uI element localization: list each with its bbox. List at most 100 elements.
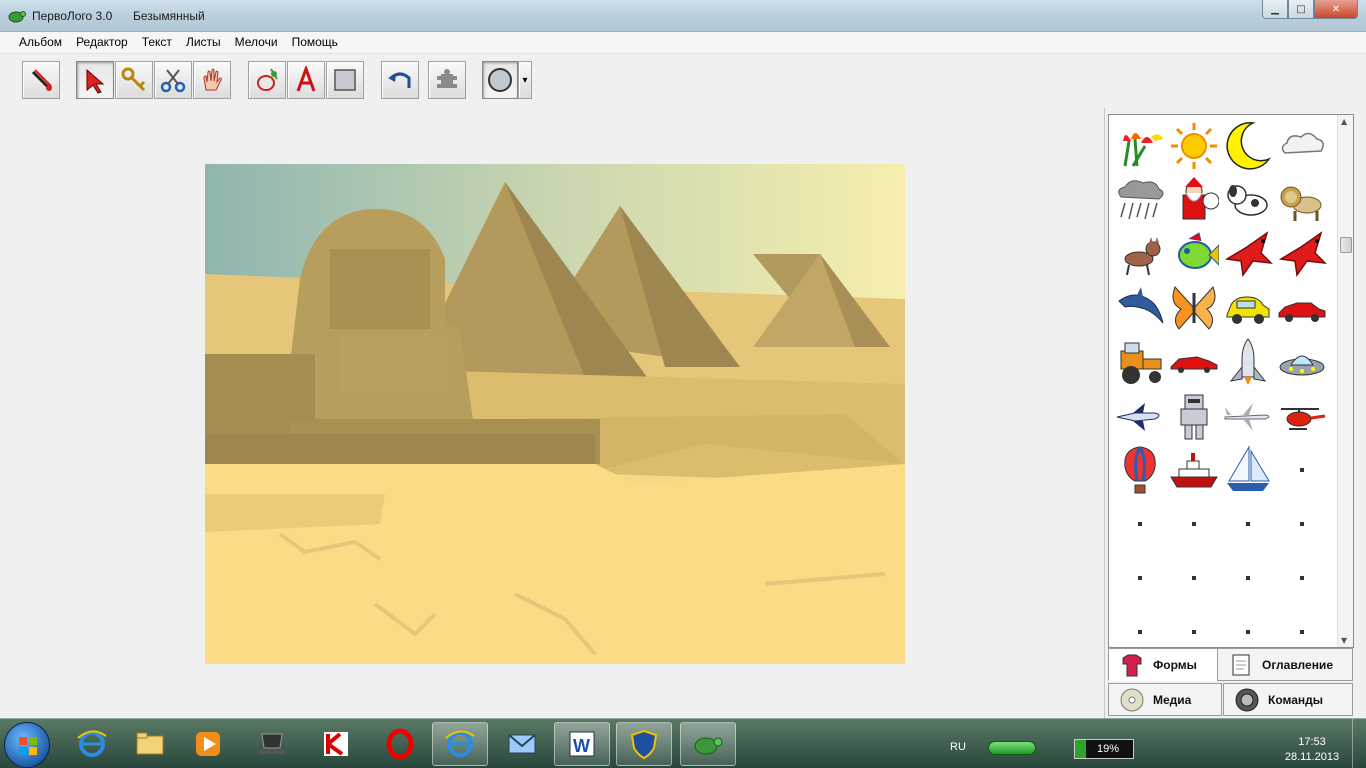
menu-misc[interactable]: Мелочи: [228, 32, 285, 53]
shape-helicopter[interactable]: [1275, 389, 1329, 443]
taskbar-security-button[interactable]: [616, 722, 672, 766]
empty-shape-slot[interactable]: [1275, 443, 1329, 497]
shape-red-car[interactable]: [1275, 281, 1329, 335]
new-turtle-icon: [257, 68, 278, 91]
text-tool-button[interactable]: [287, 61, 325, 99]
empty-shape-slot[interactable]: [1167, 497, 1221, 551]
shape-robot[interactable]: [1167, 389, 1221, 443]
shape-cloud[interactable]: [1275, 119, 1329, 173]
battery-status-indicator[interactable]: [988, 741, 1036, 755]
language-indicator[interactable]: RU: [950, 741, 966, 753]
empty-shape-slot[interactable]: [1113, 497, 1167, 551]
ufo-icon: [1279, 355, 1325, 376]
shape-space-shuttle[interactable]: [1221, 335, 1275, 389]
new-turtle-button[interactable]: [248, 61, 286, 99]
shape-ship[interactable]: [1167, 443, 1221, 497]
shape-rain-cloud[interactable]: [1113, 173, 1167, 227]
empty-shape-slot[interactable]: [1275, 551, 1329, 605]
empty-shape-slot[interactable]: [1275, 497, 1329, 551]
show-desktop-button[interactable]: [1352, 719, 1366, 768]
system-clock[interactable]: 17:53 28.11.2013: [1282, 735, 1342, 765]
shape-yellow-car[interactable]: [1221, 281, 1275, 335]
brush-icon: [31, 69, 52, 91]
taskbar-media-button[interactable]: [180, 722, 236, 766]
app-title: ПервоЛого 3.0: [32, 9, 113, 23]
empty-shape-slot[interactable]: [1167, 551, 1221, 605]
shape-moon[interactable]: [1221, 119, 1275, 173]
menu-sheets[interactable]: Листы: [179, 32, 228, 53]
undo-arrow-icon: [388, 72, 411, 88]
tab-contents[interactable]: Оглавление: [1217, 648, 1353, 681]
tab-shapes[interactable]: Формы: [1108, 648, 1218, 681]
taskbar-word-button[interactable]: W: [554, 722, 610, 766]
empty-shape-slot[interactable]: [1113, 605, 1167, 647]
shape-sailboat[interactable]: [1221, 443, 1275, 497]
hot-air-balloon-icon: [1124, 446, 1156, 494]
tab-media[interactable]: Медиа: [1108, 683, 1222, 716]
scroll-thumb[interactable]: [1340, 237, 1352, 253]
shield-icon: [630, 729, 658, 760]
battery-meter[interactable]: 19%: [1074, 739, 1134, 759]
menu-help[interactable]: Помощь: [285, 32, 345, 53]
scroll-down-icon[interactable]: ▼: [1341, 636, 1347, 645]
shape-butterfly[interactable]: [1167, 281, 1221, 335]
maximize-button[interactable]: □: [1288, 0, 1314, 19]
taskbar-mail-button[interactable]: [494, 722, 550, 766]
menu-editor[interactable]: Редактор: [69, 32, 135, 53]
shapes-scrollbar[interactable]: ▲ ▼: [1337, 115, 1353, 647]
taskbar-pervologo-button[interactable]: [680, 722, 736, 766]
stamp-button[interactable]: [428, 61, 466, 99]
rectangle-tool-button[interactable]: [326, 61, 364, 99]
menu-text[interactable]: Текст: [135, 32, 179, 53]
shape-red-bird[interactable]: [1221, 227, 1275, 281]
commands-disc-icon: [1235, 688, 1259, 711]
shape-ufo[interactable]: [1275, 335, 1329, 389]
shape-airplane[interactable]: [1221, 389, 1275, 443]
undo-button[interactable]: [381, 61, 419, 99]
shape-hot-air-balloon[interactable]: [1113, 443, 1167, 497]
clock-date: 28.11.2013: [1284, 751, 1340, 763]
empty-shape-slot[interactable]: [1113, 551, 1167, 605]
empty-shape-slot[interactable]: [1275, 605, 1329, 647]
shape-sports-car[interactable]: [1167, 335, 1221, 389]
shape-lion[interactable]: [1275, 173, 1329, 227]
taskbar-kaspersky-button[interactable]: [308, 722, 364, 766]
select-tool-button[interactable]: [76, 61, 114, 99]
hand-tool-button[interactable]: [193, 61, 231, 99]
window-controls: ▁ □ ✕: [1262, 0, 1358, 20]
empty-shape-slot[interactable]: [1221, 497, 1275, 551]
shape-cat[interactable]: [1113, 227, 1167, 281]
empty-shape-slot[interactable]: [1167, 605, 1221, 647]
shape-dog[interactable]: [1221, 173, 1275, 227]
sun-icon: [1171, 123, 1217, 169]
menu-album[interactable]: Альбом: [12, 32, 69, 53]
taskbar-laptop-button[interactable]: [244, 722, 300, 766]
scissors-tool-button[interactable]: [154, 61, 192, 99]
taskbar-ie-open-button[interactable]: [432, 722, 488, 766]
turtle-shape-button[interactable]: [482, 61, 518, 99]
shape-jet[interactable]: [1113, 389, 1167, 443]
shape-red-bird[interactable]: [1275, 227, 1329, 281]
key-tool-button[interactable]: [115, 61, 153, 99]
start-button[interactable]: [4, 722, 50, 768]
tab-commands[interactable]: Команды: [1223, 683, 1353, 716]
shape-dolphin[interactable]: [1113, 281, 1167, 335]
shape-tractor[interactable]: [1113, 335, 1167, 389]
empty-shape-slot[interactable]: [1221, 551, 1275, 605]
shape-dropdown-button[interactable]: ▾: [518, 61, 532, 99]
taskbar-explorer-button[interactable]: [122, 722, 178, 766]
letter-a-icon: [296, 66, 316, 92]
close-button[interactable]: ✕: [1314, 0, 1358, 19]
scroll-up-icon[interactable]: ▲: [1341, 117, 1347, 126]
taskbar-opera-button[interactable]: [372, 722, 428, 766]
drawing-canvas[interactable]: [205, 164, 905, 664]
shape-santa[interactable]: [1167, 173, 1221, 227]
shape-tulips[interactable]: [1113, 119, 1167, 173]
shape-fish[interactable]: [1167, 227, 1221, 281]
empty-shape-slot[interactable]: [1221, 605, 1275, 647]
shape-sun[interactable]: [1167, 119, 1221, 173]
minimize-button[interactable]: ▁: [1262, 0, 1288, 19]
paint-tool-button[interactable]: [22, 61, 60, 99]
empty-slot-dot: [1138, 630, 1142, 634]
taskbar-ie-button[interactable]: [64, 722, 120, 766]
